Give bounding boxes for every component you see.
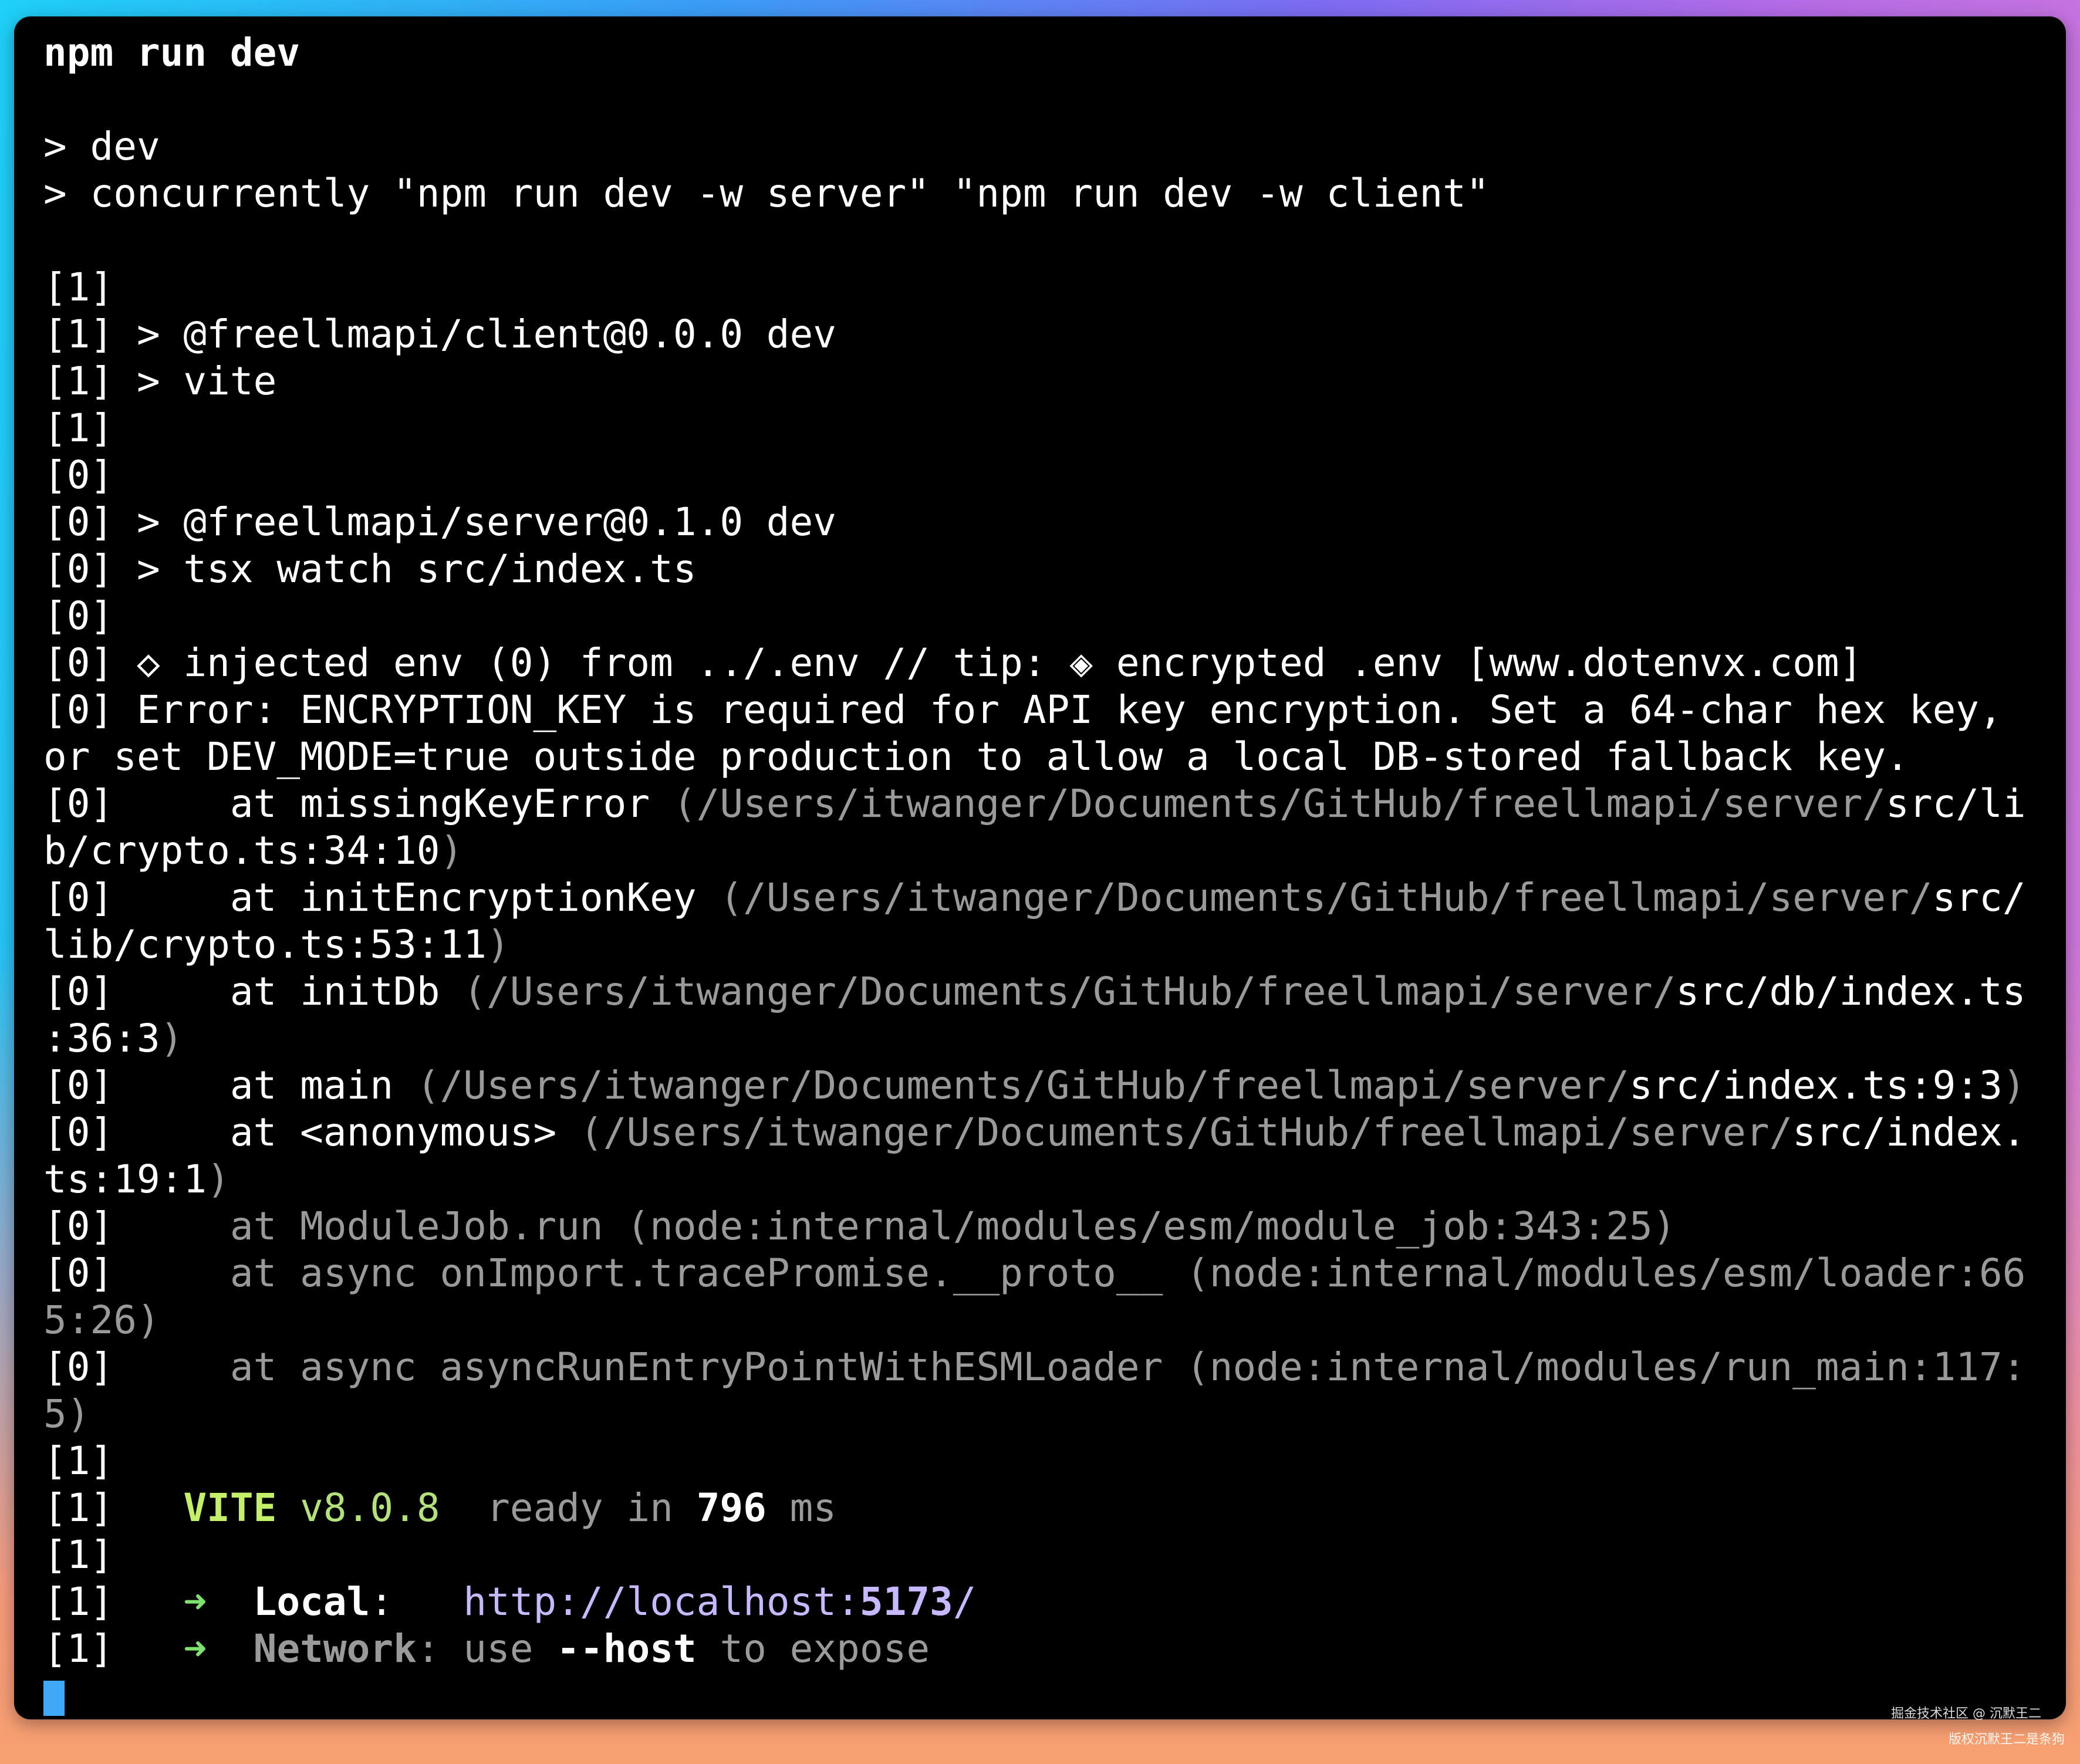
output-line: [1] [43, 405, 114, 451]
output-line: [1] > @freellmapi/client@0.0.0 dev [43, 312, 837, 357]
vite-network-line: [1] ➜ Network: use --host to expose [43, 1626, 930, 1671]
output-line: [0] [43, 452, 114, 498]
output-line: [1] [43, 1438, 114, 1483]
prompt-line[interactable] [43, 1672, 2051, 1719]
stack-frame: [0] at missingKeyError (/Users/itwanger/… [43, 781, 2026, 826]
stack-frame-internal: [0] at async onImport.tracePromise.__pro… [43, 1251, 2026, 1296]
command-line: npm run dev [43, 30, 300, 75]
watermark-community: 掘金技术社区 @ 沉默王二 [1891, 1706, 2041, 1721]
error-line: [0] Error: ENCRYPTION_KEY is required fo… [43, 687, 2003, 732]
stack-frame-cont: ts:19:1) [43, 1157, 230, 1202]
vite-local-line: [1] ➜ Local: http://localhost:5173/ [43, 1579, 977, 1624]
dotenv-line: [0] ◇ injected env (0) from ../.env // t… [43, 640, 1863, 685]
stack-frame-cont: 5) [43, 1391, 90, 1437]
stack-frame-cont: 5:26) [43, 1297, 160, 1343]
stack-frame: [0] at initEncryptionKey (/Users/itwange… [43, 875, 2026, 920]
stack-frame-internal: [0] at async asyncRunEntryPointWithESMLo… [43, 1344, 2026, 1390]
stack-frame-internal: [0] at ModuleJob.run (node:internal/modu… [43, 1204, 1676, 1249]
output-line: [1] > vite [43, 359, 277, 404]
terminal-cursor [43, 1681, 65, 1716]
terminal-output[interactable]: npm run dev > dev > concurrently "npm ru… [43, 29, 2051, 1719]
vite-version: v8.0.8 [300, 1485, 440, 1530]
arrow-right-icon: ➜ [183, 1579, 207, 1624]
stack-frame: [0] at <anonymous> (/Users/itwanger/Docu… [43, 1110, 2026, 1155]
watermark-copyright: 版权沉默王二是条狗 [1948, 1732, 2065, 1747]
stack-frame-cont: lib/crypto.ts:53:11) [43, 922, 510, 967]
stack-frame-cont: b/crypto.ts:34:10) [43, 828, 464, 873]
error-line: or set DEV_MODE=true outside production … [43, 734, 1909, 779]
stack-frame-cont: :36:3) [43, 1016, 184, 1061]
output-line: > concurrently "npm run dev -w server" "… [43, 171, 1490, 216]
local-url-link[interactable]: http://localhost:5173/ [463, 1579, 976, 1624]
output-line: [0] > @freellmapi/server@0.1.0 dev [43, 499, 837, 545]
arrow-right-icon: ➜ [183, 1626, 207, 1671]
output-line: [0] > tsx watch src/index.ts [43, 546, 697, 592]
output-line: [1] [43, 1532, 114, 1577]
vite-ready-line: [1] VITE v8.0.8 ready in 796 ms [43, 1485, 837, 1530]
output-line: [1] [43, 265, 114, 310]
output-line: > dev [43, 124, 160, 169]
stack-frame: [0] at initDb (/Users/itwanger/Documents… [43, 969, 2026, 1014]
terminal-window[interactable]: npm run dev > dev > concurrently "npm ru… [14, 16, 2066, 1719]
ready-ms: 796 [696, 1485, 767, 1530]
stack-frame: [0] at main (/Users/itwanger/Documents/G… [43, 1063, 2026, 1108]
vite-brand: VITE [183, 1485, 277, 1530]
output-line: [0] [43, 593, 114, 638]
